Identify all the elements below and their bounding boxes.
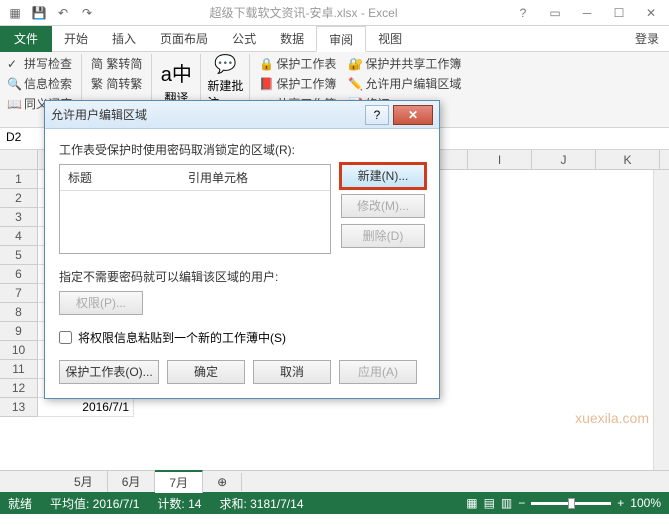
tab-review[interactable]: 审阅 <box>316 26 366 52</box>
select-all-corner[interactable] <box>0 150 38 169</box>
protect-sheet-button[interactable]: 🔒保护工作表 <box>256 54 339 73</box>
dialog-titlebar[interactable]: 允许用户编辑区域 ? ✕ <box>45 101 439 129</box>
cell[interactable]: 2016/7/1 <box>38 398 134 417</box>
allow-users-edit-dialog: 允许用户编辑区域 ? ✕ 工作表受保护时使用密码取消锁定的区域(R): 标题 引… <box>44 100 440 399</box>
comment-icon: 💬 <box>214 54 236 75</box>
list-col-refers: 引用单元格 <box>180 165 256 190</box>
row-header[interactable]: 1 <box>0 170 38 189</box>
login-link[interactable]: 登录 <box>625 26 669 51</box>
cancel-button[interactable]: 取消 <box>253 360 331 384</box>
redo-icon[interactable]: ↷ <box>76 2 98 24</box>
row-header[interactable]: 4 <box>0 227 38 246</box>
view-page-icon[interactable]: ▤ <box>484 496 495 510</box>
new-button[interactable]: 新建(N)... <box>341 164 425 188</box>
close-icon[interactable]: ✕ <box>637 3 665 23</box>
maximize-icon[interactable]: ☐ <box>605 3 633 23</box>
zoom-out-button[interactable]: − <box>518 496 525 510</box>
tab-data[interactable]: 数据 <box>268 26 316 52</box>
simp-to-trad-button[interactable]: 繁 简转繁 <box>88 74 145 93</box>
ribbon-options-icon[interactable]: ▭ <box>541 3 569 23</box>
view-break-icon[interactable]: ▥ <box>501 496 512 510</box>
status-ready: 就绪 <box>8 495 32 512</box>
tab-file[interactable]: 文件 <box>0 26 52 52</box>
sheet-tabs: 5月 6月 7月 ⊕ <box>0 470 669 492</box>
row-header[interactable]: 8 <box>0 303 38 322</box>
undo-icon[interactable]: ↶ <box>52 2 74 24</box>
dialog-help-button[interactable]: ? <box>365 105 389 125</box>
row-header[interactable]: 12 <box>0 379 38 398</box>
quick-access-toolbar: ▦ 💾 ↶ ↷ <box>4 2 98 24</box>
dialog-close-button[interactable]: ✕ <box>393 105 433 125</box>
sheet-tab-jul[interactable]: 7月 <box>155 470 203 493</box>
row-header[interactable]: 11 <box>0 360 38 379</box>
tab-page-layout[interactable]: 页面布局 <box>148 26 220 52</box>
trad-to-simp-button[interactable]: 简 繁转简 <box>88 54 145 73</box>
window-controls: ? ▭ ─ ☐ ✕ <box>509 3 665 23</box>
permissions-label: 指定不需要密码就可以编辑该区域的用户: <box>59 268 425 285</box>
zoom-in-button[interactable]: + <box>617 496 624 510</box>
research-button[interactable]: 🔍信息检索 <box>4 74 75 93</box>
status-bar: 就绪 平均值: 2016/7/1 计数: 14 求和: 3181/7/14 ▦ … <box>0 492 669 514</box>
window-title: 超级下载软文资讯-安卓.xlsx - Excel <box>98 4 509 21</box>
paste-permissions-label: 将权限信息粘贴到一个新的工作薄中(S) <box>78 329 286 346</box>
vertical-scrollbar[interactable] <box>653 170 669 470</box>
row-header[interactable]: 2 <box>0 189 38 208</box>
zoom-control: ▦ ▤ ▥ − + 100% <box>466 496 661 510</box>
tab-formulas[interactable]: 公式 <box>220 26 268 52</box>
protect-sheet-button-dlg[interactable]: 保护工作表(O)... <box>59 360 159 384</box>
permissions-button: 权限(P)... <box>59 291 143 315</box>
spell-check-button[interactable]: ✓拼写检查 <box>4 54 75 73</box>
ranges-label: 工作表受保护时使用密码取消锁定的区域(R): <box>59 141 425 158</box>
row-header[interactable]: 13 <box>0 398 38 417</box>
ranges-listbox[interactable]: 标题 引用单元格 <box>59 164 331 254</box>
status-sum: 求和: 3181/7/14 <box>219 495 303 512</box>
status-count: 计数: 14 <box>157 495 201 512</box>
modify-button: 修改(M)... <box>341 194 425 218</box>
zoom-slider[interactable] <box>531 502 611 505</box>
tab-home[interactable]: 开始 <box>52 26 100 52</box>
ribbon-tabs: 文件 开始 插入 页面布局 公式 数据 审阅 视图 登录 <box>0 26 669 52</box>
protect-workbook-button[interactable]: 📕保护工作簿 <box>256 74 339 93</box>
list-col-title: 标题 <box>60 165 180 190</box>
row-header[interactable]: 9 <box>0 322 38 341</box>
row-header[interactable]: 3 <box>0 208 38 227</box>
column-header[interactable]: K <box>596 150 660 169</box>
view-normal-icon[interactable]: ▦ <box>466 496 477 510</box>
excel-icon[interactable]: ▦ <box>4 2 26 24</box>
translate-icon: a中 <box>161 58 192 87</box>
save-icon[interactable]: 💾 <box>28 2 50 24</box>
paste-permissions-checkbox[interactable] <box>59 331 72 344</box>
sheet-tab-may[interactable]: 5月 <box>60 471 108 492</box>
delete-button: 删除(D) <box>341 224 425 248</box>
protect-share-button[interactable]: 🔐保护并共享工作簿 <box>345 54 464 73</box>
new-sheet-button[interactable]: ⊕ <box>203 473 242 491</box>
row-header[interactable]: 6 <box>0 265 38 284</box>
sheet-tab-jun[interactable]: 6月 <box>108 471 156 492</box>
status-avg: 平均值: 2016/7/1 <box>50 495 139 512</box>
help-icon[interactable]: ? <box>509 3 537 23</box>
row-header[interactable]: 10 <box>0 341 38 360</box>
column-header[interactable]: I <box>468 150 532 169</box>
column-header[interactable]: J <box>532 150 596 169</box>
dialog-title: 允许用户编辑区域 <box>51 106 365 123</box>
row-header[interactable]: 7 <box>0 284 38 303</box>
title-bar: ▦ 💾 ↶ ↷ 超级下载软文资讯-安卓.xlsx - Excel ? ▭ ─ ☐… <box>0 0 669 26</box>
ok-button[interactable]: 确定 <box>167 360 245 384</box>
tab-insert[interactable]: 插入 <box>100 26 148 52</box>
apply-button: 应用(A) <box>339 360 417 384</box>
allow-edit-ranges-button[interactable]: ✏️允许用户编辑区域 <box>345 74 464 93</box>
minimize-icon[interactable]: ─ <box>573 3 601 23</box>
tab-view[interactable]: 视图 <box>366 26 414 52</box>
zoom-value[interactable]: 100% <box>630 496 661 510</box>
row-header[interactable]: 5 <box>0 246 38 265</box>
